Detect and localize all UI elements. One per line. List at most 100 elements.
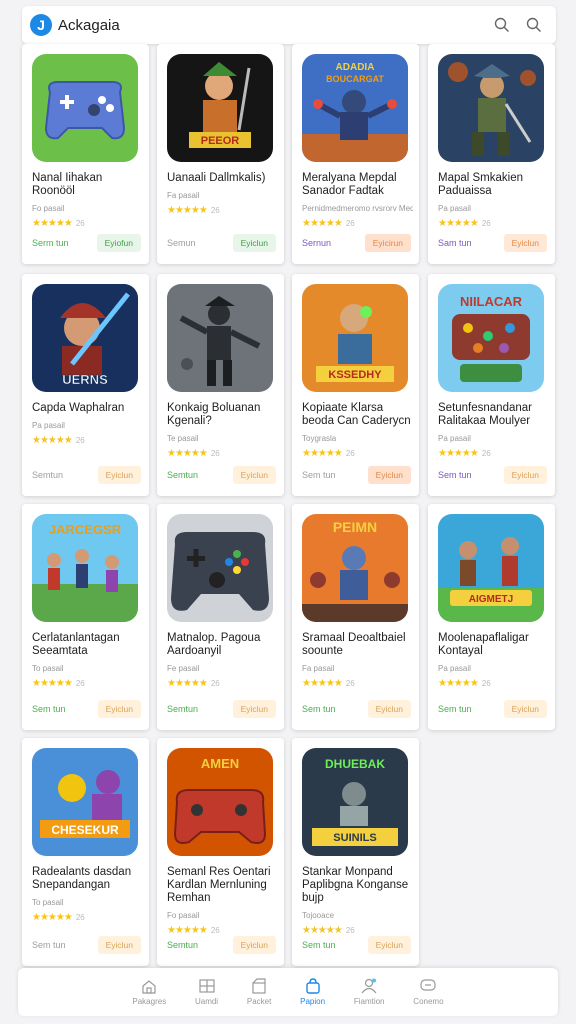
game-thumbnail[interactable]: AMEN: [167, 748, 273, 856]
game-card[interactable]: ADADIA BOUCARGAT Meralyana Mepdal Sanador …: [292, 44, 419, 264]
game-card[interactable]: CHESEKUR Radealants dasdan Snepandangan To…: [22, 738, 149, 966]
game-card[interactable]: AMEN Semanl Res Oentari Kardlan Mernlunin…: [157, 738, 284, 966]
secondary-action-link[interactable]: Sem tun: [302, 470, 336, 480]
secondary-action-link[interactable]: Sam tun: [438, 238, 472, 248]
game-title[interactable]: Semanl Res Oentari Kardlan Mernluning Re…: [167, 866, 278, 905]
game-thumbnail[interactable]: PEIMN: [302, 514, 408, 622]
game-thumbnail[interactable]: CHESEKUR: [32, 748, 138, 856]
install-button[interactable]: Eyiclun: [97, 466, 141, 484]
game-card[interactable]: Mapal Smkakien Paduaissa Pa pasail ★★★★★ 26…: [428, 44, 555, 264]
game-title[interactable]: Sramaal Deoaltbaiel soounte: [302, 632, 413, 658]
secondary-action-link[interactable]: Sem tun: [438, 470, 472, 480]
rating-count: 26: [210, 449, 220, 458]
game-developer: Tojooace: [302, 911, 335, 920]
install-button[interactable]: Eyiclun: [367, 700, 411, 718]
game-thumbnail[interactable]: DHUEBAK SUINILS: [302, 748, 408, 856]
secondary-action-link[interactable]: Sem tun: [302, 940, 336, 950]
secondary-action-link[interactable]: Semtun: [167, 940, 198, 950]
game-thumbnail[interactable]: PEEOR: [167, 54, 273, 162]
nav-item-fiamtion[interactable]: Fiamtion: [354, 978, 385, 1006]
install-button[interactable]: Eyiclun: [97, 700, 141, 718]
install-button[interactable]: Eyiclun: [232, 466, 276, 484]
game-thumbnail[interactable]: [167, 284, 273, 392]
rating-count: 26: [345, 926, 355, 935]
game-title[interactable]: Uanaali Dallmkalis): [167, 172, 278, 185]
rating-stars: ★★★★★ 26: [438, 678, 491, 689]
game-title[interactable]: Meralyana Mepdal Sanador Fadtak: [302, 172, 413, 198]
game-developer: Fe pasail: [167, 664, 200, 673]
game-thumbnail[interactable]: [32, 54, 138, 162]
install-button[interactable]: Eyiclun: [232, 700, 276, 718]
game-card[interactable]: AIGMETJ Moolenapaflaligar Kontayal Pa pasa…: [428, 504, 555, 730]
game-title[interactable]: Mapal Smkakien Paduaissa: [438, 172, 549, 198]
game-title[interactable]: Moolenapaflaligar Kontayal: [438, 632, 549, 658]
install-button[interactable]: Eyiclun: [503, 234, 547, 252]
game-title[interactable]: Matnalop. Pagoua Aardoanyil: [167, 632, 278, 658]
rating-stars: ★★★★★ 26: [167, 205, 220, 216]
game-card[interactable]: JARCEGSR Cerlatanlantagan Seeamtata To pas…: [22, 504, 149, 730]
install-button[interactable]: Eyiclun: [232, 936, 276, 954]
svg-text:JARCEGSR: JARCEGSR: [49, 522, 122, 537]
nav-item-packet[interactable]: Packet: [247, 978, 271, 1006]
svg-text:UERNS: UERNS: [62, 372, 108, 387]
search-icon[interactable]: [520, 11, 548, 39]
secondary-action-link[interactable]: Sem tun: [32, 704, 66, 714]
install-button[interactable]: Eyiclun: [503, 466, 547, 484]
rating-stars: ★★★★★ 26: [302, 925, 355, 936]
game-card[interactable]: Matnalop. Pagoua Aardoanyil Fe pasail ★★★★…: [157, 504, 284, 730]
game-thumbnail[interactable]: ADADIA BOUCARGAT: [302, 54, 408, 162]
game-card[interactable]: PEIMN Sramaal Deoaltbaiel soounte Fa pasai…: [292, 504, 419, 730]
game-thumbnail[interactable]: KSSEDHY: [302, 284, 408, 392]
game-thumbnail[interactable]: [438, 54, 544, 162]
game-title[interactable]: Konkaig Boluanan Kgenali?: [167, 402, 278, 428]
secondary-action-link[interactable]: Serm tun: [32, 238, 69, 248]
game-title[interactable]: Stankar Monpand Paplibgna Konganse bujp: [302, 866, 413, 905]
game-card[interactable]: DHUEBAK SUINILS Stankar Monpand Paplibgna …: [292, 738, 419, 966]
search-icon[interactable]: [488, 11, 516, 39]
game-card[interactable]: UERNS Capda Waphalran Pa pasail ★★★★★ 26 Semt…: [22, 274, 149, 496]
game-card[interactable]: KSSEDHY Kopiaate Klarsa beoda Can Caderyc…: [292, 274, 419, 496]
star-icons: ★★★★★: [167, 678, 208, 689]
game-thumbnail[interactable]: UERNS: [32, 284, 138, 392]
nav-item-papion[interactable]: Papion: [300, 978, 325, 1006]
secondary-action-link[interactable]: Sernun: [302, 238, 331, 248]
secondary-action-link[interactable]: Sem tun: [302, 704, 336, 714]
install-button[interactable]: Eyiclun: [503, 700, 547, 718]
game-card[interactable]: NIILACAR Setunfesnandanar Ralitakaa Mouly…: [428, 274, 555, 496]
install-button[interactable]: Eyiclun: [367, 466, 411, 484]
game-card[interactable]: PEEOR Uanaali Dallmkalis) Fa pasail ★★★★★ 26…: [157, 44, 284, 264]
chat-icon: [420, 979, 437, 991]
game-thumbnail[interactable]: JARCEGSR: [32, 514, 138, 622]
install-button[interactable]: Eyiclun: [97, 936, 141, 954]
secondary-action-link[interactable]: Semtun: [167, 704, 198, 714]
game-title[interactable]: Kopiaate Klarsa beoda Can Caderycn: [302, 402, 413, 428]
nav-item-pakagres[interactable]: Pakagres: [132, 978, 166, 1006]
game-title[interactable]: Nanal Iihakan Roonööl: [32, 172, 143, 198]
game-title[interactable]: Radealants dasdan Snepandangan: [32, 866, 143, 892]
bottom-navigation: Pakagres Uamdi Packet Papion Fiamtion Conemo: [18, 968, 558, 1016]
rating-stars: ★★★★★ 26: [438, 218, 491, 229]
game-title[interactable]: Cerlatanlantagan Seeamtata: [32, 632, 143, 658]
rating-count: 26: [75, 436, 85, 445]
game-thumbnail[interactable]: AIGMETJ: [438, 514, 544, 622]
game-card[interactable]: Konkaig Boluanan Kgenali? Te pasail ★★★★★ 2…: [157, 274, 284, 496]
game-title[interactable]: Setunfesnandanar Ralitakaa Moulyer: [438, 402, 549, 428]
install-button[interactable]: Eyiclun: [367, 936, 411, 954]
game-thumbnail[interactable]: NIILACAR: [438, 284, 544, 392]
nav-item-uamdi[interactable]: Uamdi: [195, 978, 218, 1006]
nav-label: Packet: [246, 997, 272, 1006]
game-card[interactable]: Nanal Iihakan Roonööl Fo pasail ★★★★★ 26 Ser…: [22, 44, 149, 264]
secondary-action-link[interactable]: Semtun: [167, 470, 198, 480]
secondary-action-link[interactable]: Sem tun: [32, 940, 66, 950]
game-title[interactable]: Capda Waphalran: [32, 402, 143, 415]
game-thumbnail[interactable]: [167, 514, 273, 622]
box-icon: [252, 978, 266, 994]
star-icons: ★★★★★: [302, 678, 343, 689]
secondary-action-link[interactable]: Semun: [167, 238, 196, 248]
nav-item-conemo[interactable]: Conemo: [413, 978, 444, 1006]
secondary-action-link[interactable]: Semtun: [32, 470, 63, 480]
install-button[interactable]: Eyiofun: [96, 234, 141, 252]
install-button[interactable]: Eyicirun: [364, 234, 411, 252]
secondary-action-link[interactable]: Sem tun: [438, 704, 472, 714]
install-button[interactable]: Eyiclun: [232, 234, 276, 252]
